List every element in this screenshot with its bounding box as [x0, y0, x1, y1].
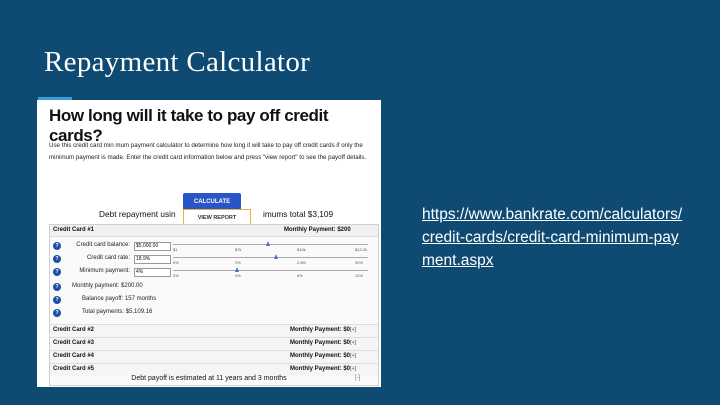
card-name: Credit Card #5	[53, 366, 95, 372]
card-payment: Monthly Payment: $0	[290, 366, 351, 372]
collapse-control[interactable]: [-]	[355, 375, 360, 381]
slider-tick: 2.8%	[297, 260, 307, 265]
help-icon[interactable]: ?	[53, 296, 61, 304]
slider-tick: 0%	[173, 260, 179, 265]
balance-payoff-result: Balance payoff: 157 months	[82, 296, 157, 302]
slider-tick: 0%	[173, 273, 179, 278]
balance-slider[interactable]: $1 $7k $10k $12.2k	[173, 241, 368, 252]
slider-tick: 8%	[297, 273, 303, 278]
card-1-payment: Monthly Payment: $200	[284, 227, 351, 233]
slide-title: Repayment Calculator	[44, 46, 311, 78]
expand-control[interactable]: [+]	[350, 366, 356, 372]
slider-tick: 4%	[235, 273, 241, 278]
slider-thumb[interactable]	[266, 241, 270, 246]
expand-control[interactable]: [+]	[350, 327, 356, 333]
card-payment: Monthly Payment: $0	[290, 327, 351, 333]
minimum-input[interactable]: 4%	[134, 268, 171, 277]
card-payment: Monthly Payment: $0	[290, 353, 351, 359]
source-link[interactable]: https://www.bankrate.com/calculators/cre…	[422, 203, 684, 272]
card-row[interactable]: Credit Card #3 Monthly Payment: $0 [+]	[50, 337, 378, 350]
payoff-estimate: Debt payoff is estimated at 11 years and…	[37, 375, 381, 382]
rate-input[interactable]: 18.9%	[134, 255, 171, 264]
slider-tick: 2%	[235, 260, 241, 265]
rate-label: Credit card rate:	[86, 255, 130, 261]
summary-right: imums total $3,109	[263, 209, 334, 219]
card-1-name: Credit Card #1	[53, 227, 95, 233]
rate-slider[interactable]: 0% 2% 2.8% 30%	[173, 254, 368, 265]
balance-label: Credit card balance:	[76, 242, 130, 248]
calculator-intro: Use this credit card min mum payment cal…	[49, 142, 367, 161]
card-name: Credit Card #4	[53, 353, 95, 359]
slider-tick: $7k	[235, 247, 242, 252]
slider-tick: $1	[173, 247, 178, 252]
card-name: Credit Card #2	[53, 327, 95, 333]
calculator-screenshot: How long will it take to pay off credit …	[37, 100, 381, 387]
minimum-slider[interactable]: 0% 4% 8% 12%	[173, 267, 368, 278]
slider-tick: 30%	[355, 260, 364, 265]
card-row[interactable]: Credit Card #2 Monthly Payment: $0 [+]	[50, 324, 378, 337]
slider-thumb[interactable]	[274, 254, 278, 259]
card-1-header[interactable]: Credit Card #1 Monthly Payment: $200	[50, 225, 378, 237]
slider-thumb[interactable]	[235, 267, 239, 272]
expand-control[interactable]: [+]	[350, 340, 356, 346]
slider-tick: $10k	[297, 247, 306, 252]
cards-panel: Credit Card #1 Monthly Payment: $200 ? C…	[49, 224, 379, 386]
payoff-estimate-text: Debt payoff is estimated at 11 years and…	[131, 375, 287, 382]
summary-left: Debt repayment usin	[99, 209, 176, 219]
slider-tick: $12.2k	[355, 247, 368, 252]
expand-control[interactable]: [+]	[350, 353, 356, 359]
card-payment: Monthly Payment: $0	[290, 340, 351, 346]
slider-tick: 12%	[355, 273, 364, 278]
help-icon[interactable]: ?	[53, 309, 61, 317]
help-icon[interactable]: ?	[53, 283, 61, 291]
balance-input[interactable]: $5,000.00	[134, 242, 171, 251]
monthly-payment-result: Monthly payment: $200.00	[72, 283, 143, 289]
minimum-label: Minimum payment:	[79, 268, 130, 274]
total-payments-result: Total payments: $5,109.16	[82, 309, 153, 315]
card-row[interactable]: Credit Card #4 Monthly Payment: $0 [+]	[50, 350, 378, 363]
card-name: Credit Card #3	[53, 340, 95, 346]
